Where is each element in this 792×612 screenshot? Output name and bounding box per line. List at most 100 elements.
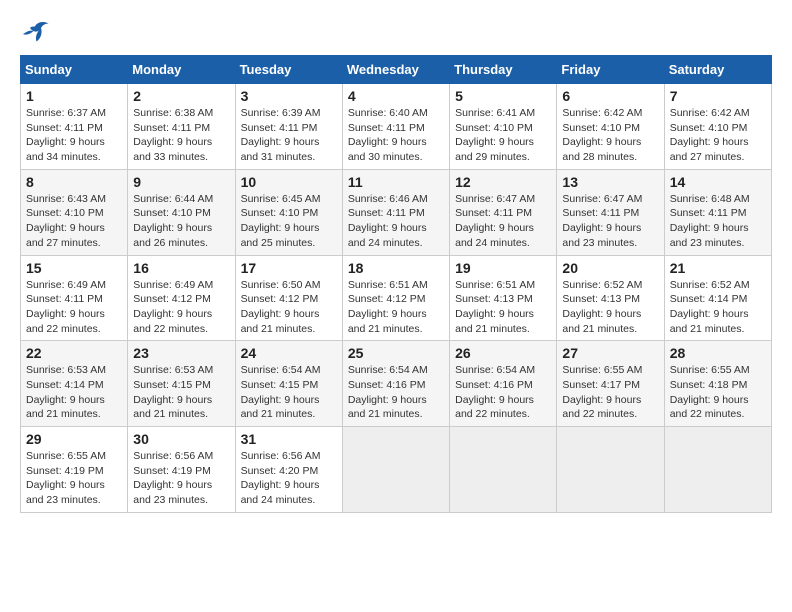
day-number: 20 bbox=[562, 260, 658, 276]
day-number: 14 bbox=[670, 174, 766, 190]
weekday-header-wednesday: Wednesday bbox=[342, 56, 449, 84]
day-number: 29 bbox=[26, 431, 122, 447]
day-info: Sunrise: 6:53 AMSunset: 4:15 PMDaylight:… bbox=[133, 363, 229, 422]
day-number: 10 bbox=[241, 174, 337, 190]
calendar-cell: 27 Sunrise: 6:55 AMSunset: 4:17 PMDayligh… bbox=[557, 341, 664, 427]
day-number: 15 bbox=[26, 260, 122, 276]
day-info: Sunrise: 6:44 AMSunset: 4:10 PMDaylight:… bbox=[133, 192, 229, 251]
day-info: Sunrise: 6:54 AMSunset: 4:16 PMDaylight:… bbox=[348, 363, 444, 422]
calendar-cell: 21Sunrise: 6:52 AMSunset: 4:14 PMDayligh… bbox=[664, 255, 771, 341]
calendar-cell: 22 Sunrise: 6:53 AMSunset: 4:14 PMDayligh… bbox=[21, 341, 128, 427]
calendar-week-5: 29Sunrise: 6:55 AMSunset: 4:19 PMDayligh… bbox=[21, 427, 772, 513]
day-info: Sunrise: 6:43 AMSunset: 4:10 PMDaylight:… bbox=[26, 192, 122, 251]
day-info: Sunrise: 6:56 AMSunset: 4:20 PMDaylight:… bbox=[241, 449, 337, 508]
day-info: Sunrise: 6:52 AMSunset: 4:14 PMDaylight:… bbox=[670, 278, 766, 337]
day-info: Sunrise: 6:52 AMSunset: 4:13 PMDaylight:… bbox=[562, 278, 658, 337]
day-number: 27 bbox=[562, 345, 658, 361]
calendar-cell: 15 Sunrise: 6:49 AMSunset: 4:11 PMDayligh… bbox=[21, 255, 128, 341]
logo-icon bbox=[20, 20, 50, 45]
calendar-cell: 6 Sunrise: 6:42 AMSunset: 4:10 PMDaylight… bbox=[557, 84, 664, 170]
calendar-cell: 7Sunrise: 6:42 AMSunset: 4:10 PMDaylight… bbox=[664, 84, 771, 170]
calendar-cell bbox=[450, 427, 557, 513]
weekday-header-sunday: Sunday bbox=[21, 56, 128, 84]
calendar-cell: 30 Sunrise: 6:56 AMSunset: 4:19 PMDayligh… bbox=[128, 427, 235, 513]
day-info: Sunrise: 6:54 AMSunset: 4:15 PMDaylight:… bbox=[241, 363, 337, 422]
logo bbox=[20, 20, 54, 45]
day-number: 31 bbox=[241, 431, 337, 447]
day-number: 8 bbox=[26, 174, 122, 190]
weekday-header-saturday: Saturday bbox=[664, 56, 771, 84]
day-info: Sunrise: 6:48 AMSunset: 4:11 PMDaylight:… bbox=[670, 192, 766, 251]
day-number: 11 bbox=[348, 174, 444, 190]
calendar-cell: 31 Sunrise: 6:56 AMSunset: 4:20 PMDayligh… bbox=[235, 427, 342, 513]
day-number: 22 bbox=[26, 345, 122, 361]
day-info: Sunrise: 6:40 AMSunset: 4:11 PMDaylight:… bbox=[348, 106, 444, 165]
calendar-cell: 5 Sunrise: 6:41 AMSunset: 4:10 PMDaylight… bbox=[450, 84, 557, 170]
day-info: Sunrise: 6:55 AMSunset: 4:18 PMDaylight:… bbox=[670, 363, 766, 422]
calendar-cell: 10 Sunrise: 6:45 AMSunset: 4:10 PMDayligh… bbox=[235, 169, 342, 255]
weekday-header-monday: Monday bbox=[128, 56, 235, 84]
calendar-cell: 19 Sunrise: 6:51 AMSunset: 4:13 PMDayligh… bbox=[450, 255, 557, 341]
weekday-header-friday: Friday bbox=[557, 56, 664, 84]
day-number: 30 bbox=[133, 431, 229, 447]
calendar-cell: 17 Sunrise: 6:50 AMSunset: 4:12 PMDayligh… bbox=[235, 255, 342, 341]
day-number: 1 bbox=[26, 88, 122, 104]
calendar-cell: 29Sunrise: 6:55 AMSunset: 4:19 PMDayligh… bbox=[21, 427, 128, 513]
calendar-cell: 4Sunrise: 6:40 AMSunset: 4:11 PMDaylight… bbox=[342, 84, 449, 170]
calendar-cell: 2 Sunrise: 6:38 AMSunset: 4:11 PMDaylight… bbox=[128, 84, 235, 170]
day-info: Sunrise: 6:55 AMSunset: 4:17 PMDaylight:… bbox=[562, 363, 658, 422]
day-info: Sunrise: 6:49 AMSunset: 4:11 PMDaylight:… bbox=[26, 278, 122, 337]
calendar-cell: 18 Sunrise: 6:51 AMSunset: 4:12 PMDayligh… bbox=[342, 255, 449, 341]
day-number: 28 bbox=[670, 345, 766, 361]
day-info: Sunrise: 6:54 AMSunset: 4:16 PMDaylight:… bbox=[455, 363, 551, 422]
day-info: Sunrise: 6:37 AMSunset: 4:11 PMDaylight:… bbox=[26, 106, 122, 165]
calendar-cell bbox=[342, 427, 449, 513]
day-info: Sunrise: 6:41 AMSunset: 4:10 PMDaylight:… bbox=[455, 106, 551, 165]
day-info: Sunrise: 6:49 AMSunset: 4:12 PMDaylight:… bbox=[133, 278, 229, 337]
calendar-cell bbox=[557, 427, 664, 513]
day-info: Sunrise: 6:51 AMSunset: 4:13 PMDaylight:… bbox=[455, 278, 551, 337]
day-info: Sunrise: 6:51 AMSunset: 4:12 PMDaylight:… bbox=[348, 278, 444, 337]
day-number: 5 bbox=[455, 88, 551, 104]
day-info: Sunrise: 6:45 AMSunset: 4:10 PMDaylight:… bbox=[241, 192, 337, 251]
calendar-cell: 20 Sunrise: 6:52 AMSunset: 4:13 PMDayligh… bbox=[557, 255, 664, 341]
day-number: 6 bbox=[562, 88, 658, 104]
calendar-week-1: 1 Sunrise: 6:37 AMSunset: 4:11 PMDaylight… bbox=[21, 84, 772, 170]
weekday-header-thursday: Thursday bbox=[450, 56, 557, 84]
day-number: 9 bbox=[133, 174, 229, 190]
day-info: Sunrise: 6:39 AMSunset: 4:11 PMDaylight:… bbox=[241, 106, 337, 165]
day-number: 19 bbox=[455, 260, 551, 276]
day-info: Sunrise: 6:47 AMSunset: 4:11 PMDaylight:… bbox=[455, 192, 551, 251]
calendar-cell: 24 Sunrise: 6:54 AMSunset: 4:15 PMDayligh… bbox=[235, 341, 342, 427]
calendar-week-3: 15 Sunrise: 6:49 AMSunset: 4:11 PMDayligh… bbox=[21, 255, 772, 341]
day-info: Sunrise: 6:50 AMSunset: 4:12 PMDaylight:… bbox=[241, 278, 337, 337]
day-info: Sunrise: 6:56 AMSunset: 4:19 PMDaylight:… bbox=[133, 449, 229, 508]
calendar-cell: 25Sunrise: 6:54 AMSunset: 4:16 PMDayligh… bbox=[342, 341, 449, 427]
calendar-cell: 16Sunrise: 6:49 AMSunset: 4:12 PMDayligh… bbox=[128, 255, 235, 341]
day-info: Sunrise: 6:38 AMSunset: 4:11 PMDaylight:… bbox=[133, 106, 229, 165]
calendar-cell bbox=[664, 427, 771, 513]
day-number: 7 bbox=[670, 88, 766, 104]
calendar-cell: 13Sunrise: 6:47 AMSunset: 4:11 PMDayligh… bbox=[557, 169, 664, 255]
calendar-cell: 23 Sunrise: 6:53 AMSunset: 4:15 PMDayligh… bbox=[128, 341, 235, 427]
calendar-cell: 26Sunrise: 6:54 AMSunset: 4:16 PMDayligh… bbox=[450, 341, 557, 427]
weekday-header-tuesday: Tuesday bbox=[235, 56, 342, 84]
calendar-week-2: 8 Sunrise: 6:43 AMSunset: 4:10 PMDaylight… bbox=[21, 169, 772, 255]
day-info: Sunrise: 6:46 AMSunset: 4:11 PMDaylight:… bbox=[348, 192, 444, 251]
calendar-cell: 3Sunrise: 6:39 AMSunset: 4:11 PMDaylight… bbox=[235, 84, 342, 170]
day-info: Sunrise: 6:42 AMSunset: 4:10 PMDaylight:… bbox=[562, 106, 658, 165]
page-header bbox=[20, 20, 772, 45]
calendar-cell: 1 Sunrise: 6:37 AMSunset: 4:11 PMDaylight… bbox=[21, 84, 128, 170]
day-number: 17 bbox=[241, 260, 337, 276]
calendar-table: SundayMondayTuesdayWednesdayThursdayFrid… bbox=[20, 55, 772, 513]
day-number: 2 bbox=[133, 88, 229, 104]
day-number: 24 bbox=[241, 345, 337, 361]
weekday-header-row: SundayMondayTuesdayWednesdayThursdayFrid… bbox=[21, 56, 772, 84]
day-number: 18 bbox=[348, 260, 444, 276]
calendar-week-4: 22 Sunrise: 6:53 AMSunset: 4:14 PMDayligh… bbox=[21, 341, 772, 427]
day-number: 23 bbox=[133, 345, 229, 361]
calendar-cell: 28 Sunrise: 6:55 AMSunset: 4:18 PMDayligh… bbox=[664, 341, 771, 427]
day-info: Sunrise: 6:47 AMSunset: 4:11 PMDaylight:… bbox=[562, 192, 658, 251]
day-info: Sunrise: 6:53 AMSunset: 4:14 PMDaylight:… bbox=[26, 363, 122, 422]
day-number: 12 bbox=[455, 174, 551, 190]
